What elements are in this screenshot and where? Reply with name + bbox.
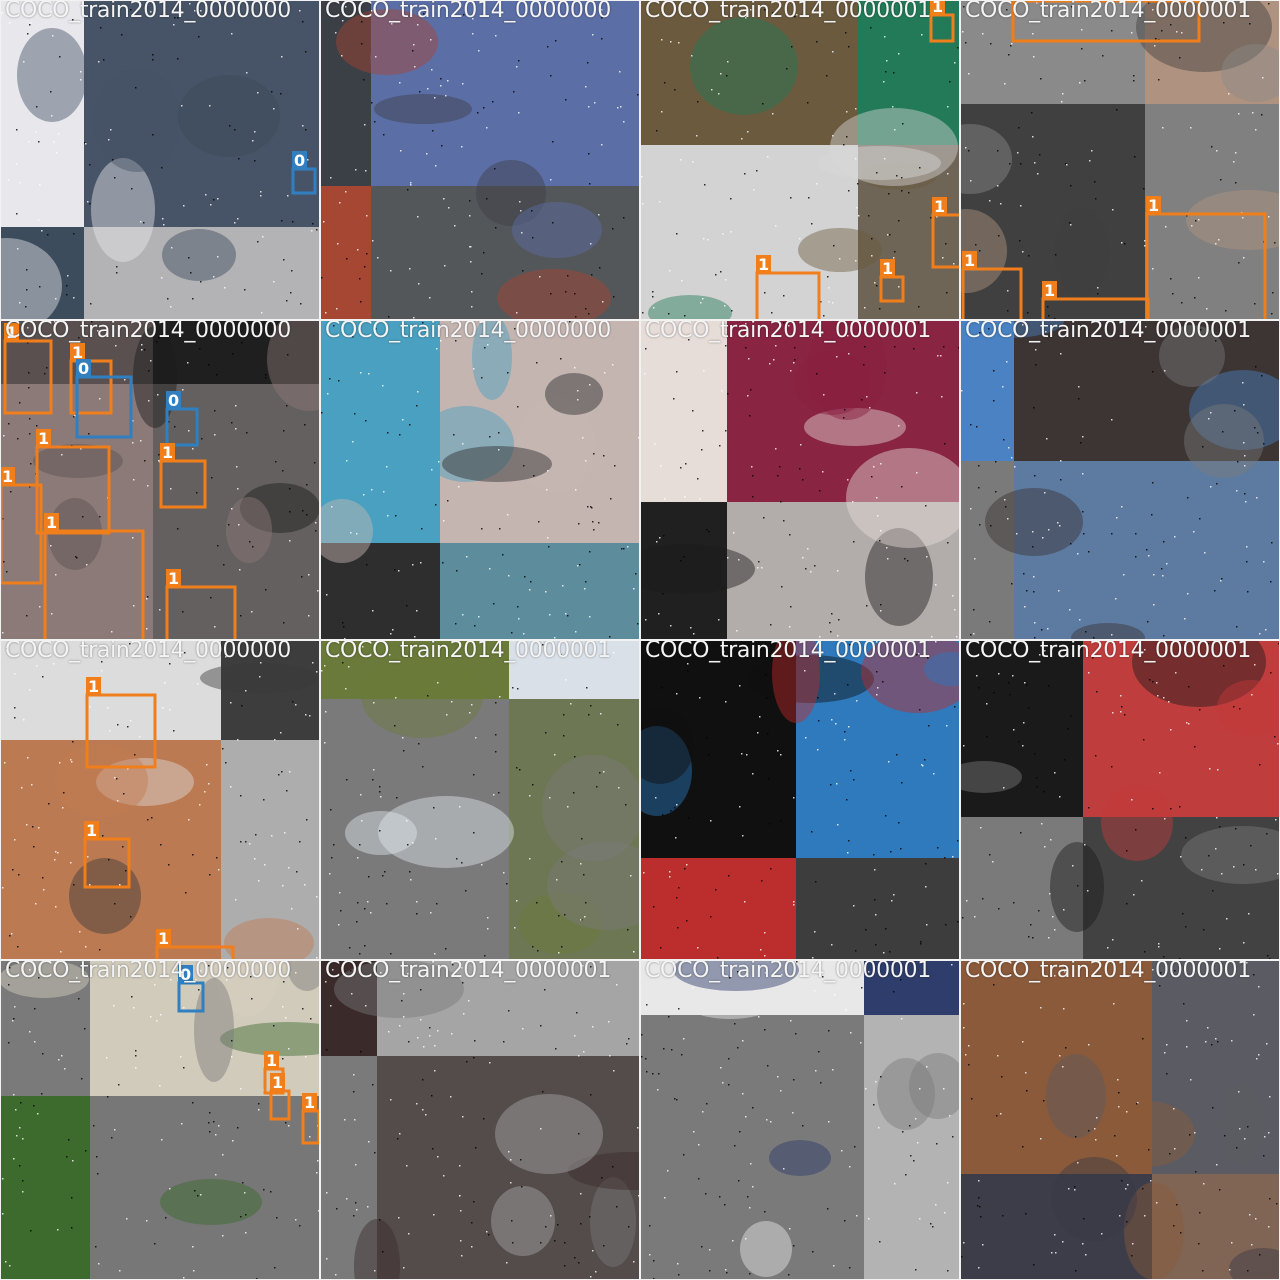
box-class-label: 1 — [758, 255, 769, 274]
tile-image: 111111 — [961, 961, 1279, 1279]
tile-image: 1 0 1 1 — [1, 961, 319, 1279]
box-class-label: 1 — [6, 323, 17, 342]
tile-image: 011110 — [961, 641, 1279, 959]
box-class-label: 1 — [158, 929, 169, 948]
tile-image: 0 — [1, 1, 319, 319]
augmentation-mosaic-grid: 0 COCO_train2014_0000000 COCO_train2014_00… — [0, 0, 1280, 1280]
box-class-label: 1 — [1044, 281, 1055, 300]
mosaic-tile: 11010COCO_train2014_0000001 — [321, 641, 639, 959]
box-class-label: 1 — [162, 443, 173, 462]
mosaic-tile: 00000001111000011COCO_train2014_0000000 — [321, 321, 639, 639]
tile-image: 00000001111000011 — [321, 321, 639, 639]
tile-image: 1 1 1 — [1, 641, 319, 959]
tile-image: 1 1 1 1 — [961, 1, 1279, 319]
tile-image: 11111111 — [641, 961, 959, 1279]
box-class-label: 1 — [932, 1, 943, 16]
box-class-label: 0 — [180, 965, 191, 984]
mosaic-tile: COCO_train2014_0000000 — [321, 1, 639, 319]
mosaic-tile: COCO_train2014_0000001 — [641, 321, 959, 639]
box-class-label: 1 — [266, 1051, 277, 1070]
tile-image: 1110111011011 — [321, 961, 639, 1279]
box-class-label: 1 — [38, 429, 49, 448]
tile-image — [321, 1, 639, 319]
box-class-label: 0 — [294, 151, 305, 170]
tile-image: 11010 — [321, 641, 639, 959]
mosaic-tile: 011110COCO_train2014_0000001 — [961, 641, 1279, 959]
mosaic-tile: 1111COCO_train2014_0000001 — [641, 1, 959, 319]
mosaic-tile: 11111111COCO_train2014_0000001 — [641, 961, 959, 1279]
box-class-label: 1 — [934, 197, 945, 216]
box-class-label: 0 — [168, 391, 179, 410]
tile-image — [641, 321, 959, 639]
box-class-label: 1 — [1148, 196, 1159, 215]
tile-image: 1 1 1 1 — [641, 1, 959, 319]
box-class-label: 1 — [882, 259, 893, 278]
box-class-label: 1 — [86, 821, 97, 840]
box-class-label: 1 — [304, 1093, 315, 1112]
mosaic-tile: 1 1 0 0 1 1 1 1 1 COCO_train2014_0000000 — [1, 321, 319, 639]
mosaic-tile: 1 1 1 COCO_train2014_0000000 — [1, 641, 319, 959]
box-class-label: 1 — [88, 677, 99, 696]
mosaic-tile: 111111COCO_train2014_0000001 — [641, 641, 959, 959]
box-class-label: 1 — [46, 513, 57, 532]
tile-image: 111111 — [641, 641, 959, 959]
mosaic-tile: 0 COCO_train2014_0000000 — [1, 1, 319, 319]
mosaic-tile: 111111COCO_train2014_0000001 — [961, 961, 1279, 1279]
box-class-label: 1 — [2, 467, 13, 486]
tile-image: 110011111 — [1, 321, 319, 639]
box-class-label: 1 — [272, 1073, 283, 1092]
mosaic-tile: 1110111011011COCO_train2014_0000001 — [321, 961, 639, 1279]
box-class-label: 1 — [964, 251, 975, 270]
mosaic-tile: 1 0 1 1 COCO_train2014_0000000 — [1, 961, 319, 1279]
mosaic-tile: 11COCO_train2014_0000001 — [961, 321, 1279, 639]
box-class-label: 1 — [168, 569, 179, 588]
mosaic-tile: 1111COCO_train2014_0000001 — [961, 1, 1279, 319]
tile-image: 11 — [961, 321, 1279, 639]
box-class-label: 0 — [78, 359, 89, 378]
box-class-label: 1 — [1014, 1, 1025, 2]
